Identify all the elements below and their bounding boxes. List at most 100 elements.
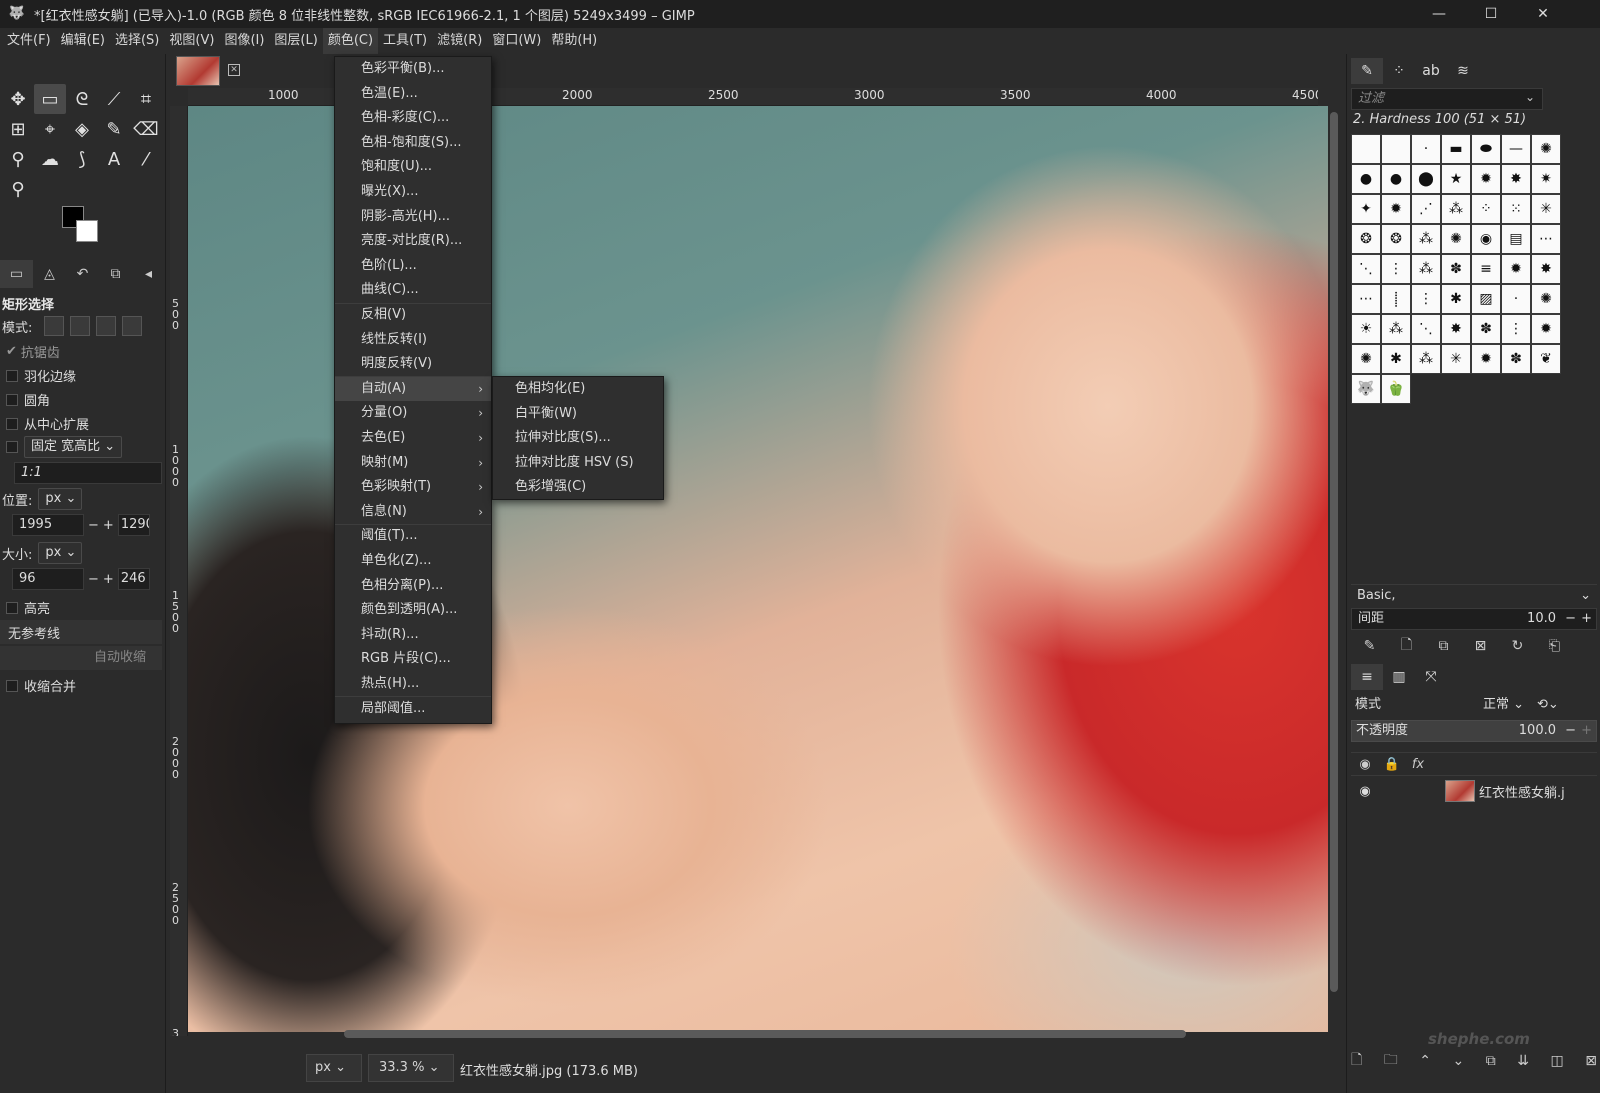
fonts-tab-icon[interactable]: ab	[1415, 58, 1447, 84]
colors-menu-item[interactable]: 分量(O) ›	[335, 401, 491, 425]
smudge-icon[interactable]: ☁	[34, 144, 66, 174]
auto-submenu-item[interactable]: 色彩增强(C)	[493, 475, 663, 499]
eraser-icon[interactable]: ⌫	[130, 114, 162, 144]
auto-submenu-item[interactable]: 色相均化(E)	[493, 377, 663, 401]
position-unit-dropdown[interactable]: px ⌄	[38, 488, 83, 510]
paintbrush-icon[interactable]: ✎	[98, 114, 130, 144]
brush-swatch[interactable]: ✹	[1531, 314, 1561, 344]
expand-center-option[interactable]: 从中心扩展	[2, 414, 89, 433]
brush-swatch[interactable]: ⋯	[1351, 284, 1381, 314]
new-brush-icon[interactable]: 🗋	[1388, 634, 1425, 658]
brush-swatch[interactable]: ☀	[1351, 314, 1381, 344]
brush-swatch[interactable]: ✸	[1441, 314, 1471, 344]
paths-icon[interactable]: ⟆	[66, 144, 98, 174]
plus-icon[interactable]: +	[103, 572, 114, 587]
colors-menu-item[interactable]: 色彩平衡(B)...	[335, 57, 491, 81]
auto-submenu-item[interactable]: 白平衡(W)	[493, 402, 663, 426]
colors-menu-item[interactable]: 曝光(X)...	[335, 180, 491, 204]
minus-icon[interactable]: −	[1565, 609, 1576, 629]
plus-icon[interactable]: +	[103, 518, 114, 533]
brush-swatch[interactable]: ⋯	[1531, 224, 1561, 254]
menu-windows[interactable]: 窗口(W)	[487, 28, 546, 54]
brush-swatch[interactable]: ★	[1441, 164, 1471, 194]
brush-swatch[interactable]: ⋰	[1411, 194, 1441, 224]
rounded-checkbox[interactable]	[6, 393, 18, 406]
brush-swatch[interactable]: ⋱	[1411, 314, 1441, 344]
brush-swatch[interactable]: ⋮	[1411, 284, 1441, 314]
colors-menu-item[interactable]: 色相-彩度(C)...	[335, 106, 491, 130]
device-status-tab-icon[interactable]: ◬	[33, 260, 66, 288]
rounded-option[interactable]: 圆角	[2, 390, 50, 409]
colors-menu-item[interactable]: 自动(A) ›	[335, 376, 491, 401]
guides-dropdown[interactable]: 无参考线	[0, 620, 162, 644]
pos-x-field[interactable]: 1995	[12, 514, 84, 536]
brush-swatch[interactable]: ▬	[1441, 134, 1471, 164]
brush-swatch[interactable]	[1381, 134, 1411, 164]
close-button[interactable]: ✕	[1520, 0, 1566, 28]
plus-icon[interactable]: +	[1581, 609, 1592, 629]
brush-swatch[interactable]: ⁂	[1411, 344, 1441, 374]
fixed-dropdown[interactable]: 固定 宽高比 ⌄	[24, 436, 123, 458]
images-tab-icon[interactable]: ⧉	[99, 260, 132, 288]
colors-menu-item[interactable]: RGB 片段(C)...	[335, 647, 491, 671]
colors-menu-item[interactable]: 色相分离(P)...	[335, 574, 491, 598]
menu-tools[interactable]: 工具(T)	[378, 28, 432, 54]
size-w-field[interactable]: 96	[12, 568, 84, 590]
colors-menu-item[interactable]: 局部阈值...	[335, 697, 491, 721]
color-picker-icon[interactable]: ⁄	[130, 144, 162, 174]
brush-swatch[interactable]: ⸽	[1381, 284, 1411, 314]
eye-icon[interactable]: ◉	[1351, 757, 1379, 772]
crop-icon[interactable]: ⌗	[130, 84, 162, 114]
paths-tab-icon[interactable]: ⤧	[1415, 664, 1447, 690]
minus-icon[interactable]: −	[88, 518, 99, 533]
delete-brush-icon[interactable]: ⊠	[1462, 638, 1499, 654]
brush-swatch[interactable]: ❦	[1531, 344, 1561, 374]
brush-swatch[interactable]: ●	[1381, 164, 1411, 194]
colors-menu-item[interactable]: 色彩映射(T) ›	[335, 475, 491, 499]
brush-swatch[interactable]: ⬤	[1411, 164, 1441, 194]
brush-swatch[interactable]: ·	[1411, 134, 1441, 164]
mode-add-button[interactable]	[70, 316, 91, 336]
colors-menu-item[interactable]: 色阶(L)...	[335, 254, 491, 278]
brush-swatch[interactable]: ✸	[1501, 164, 1531, 194]
colors-menu-item[interactable]: 色温(E)...	[335, 82, 491, 106]
plus-icon[interactable]: +	[1581, 721, 1592, 741]
brush-swatch[interactable]: ✺	[1351, 344, 1381, 374]
brush-swatch[interactable]: ⋅	[1501, 284, 1531, 314]
merge-layer-icon[interactable]: ⇊	[1517, 1053, 1529, 1069]
brush-swatch[interactable]: ✺	[1441, 224, 1471, 254]
brush-swatch[interactable]: ✽	[1471, 314, 1501, 344]
document-history-tab-icon[interactable]: ≋	[1447, 58, 1479, 84]
fixed-checkbox[interactable]	[6, 441, 18, 453]
mask-layer-icon[interactable]: ◫	[1550, 1053, 1563, 1069]
brush-swatch[interactable]: ✹	[1471, 164, 1501, 194]
colors-menu-item[interactable]: 抖动(R)...	[335, 623, 491, 647]
opacity-slider[interactable]: 不透明度 100.0 − +	[1351, 720, 1597, 742]
bucket-fill-icon[interactable]: ◈	[66, 114, 98, 144]
brush-swatch[interactable]: ✱	[1381, 344, 1411, 374]
brush-swatch[interactable]: ≡	[1471, 254, 1501, 284]
menu-edit[interactable]: 编辑(E)	[56, 28, 110, 54]
brush-swatch[interactable]: ▨	[1471, 284, 1501, 314]
menu-layer[interactable]: 图层(L)	[269, 28, 322, 54]
colors-menu-item[interactable]: 线性反转(I)	[335, 328, 491, 352]
brush-swatch[interactable]: ❂	[1351, 224, 1381, 254]
composite-mode-icon[interactable]: ⟲⌄	[1537, 694, 1559, 716]
menu-colors[interactable]: 颜色(C)	[322, 28, 379, 54]
layers-tab-icon[interactable]: ≡	[1351, 664, 1383, 690]
size-unit-dropdown[interactable]: px ⌄	[38, 542, 83, 564]
brush-preset-dropdown[interactable]: Basic, ⌄	[1351, 584, 1597, 606]
brush-swatch[interactable]: 🫑	[1381, 374, 1411, 404]
shrink-merged-checkbox[interactable]	[6, 679, 18, 692]
highlight-checkbox[interactable]	[6, 601, 18, 614]
brush-filter-input[interactable]: 过滤	[1351, 88, 1543, 110]
refresh-brush-icon[interactable]: ↻	[1499, 638, 1536, 654]
chevron-down-icon[interactable]: ⌄	[1525, 90, 1535, 104]
colors-menu-item[interactable]: 反相(V)	[335, 303, 491, 327]
duplicate-layer-icon[interactable]: ⧉	[1486, 1053, 1496, 1069]
minimize-button[interactable]: —	[1416, 0, 1462, 28]
image-tab-thumbnail[interactable]	[176, 56, 220, 86]
colors-menu-item[interactable]: 单色化(Z)...	[335, 549, 491, 573]
move-icon[interactable]: ✥	[2, 84, 34, 114]
pos-y-field[interactable]: 1290	[117, 514, 150, 536]
